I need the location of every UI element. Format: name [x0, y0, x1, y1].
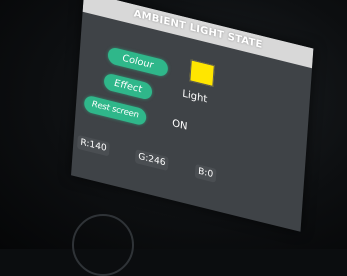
red-value: R:140 — [76, 134, 111, 157]
effect-button[interactable]: Effect — [103, 72, 153, 101]
colour-swatch[interactable] — [189, 59, 215, 87]
rest-screen-button[interactable]: Rest screen — [83, 94, 147, 127]
green-value: G:246 — [134, 149, 169, 172]
colour-button[interactable]: Colour — [107, 46, 169, 78]
light-state-value: ON — [171, 118, 188, 133]
light-label: Light — [181, 88, 208, 106]
blue-value: B:0 — [194, 163, 217, 183]
home-button-ring[interactable] — [72, 214, 134, 276]
